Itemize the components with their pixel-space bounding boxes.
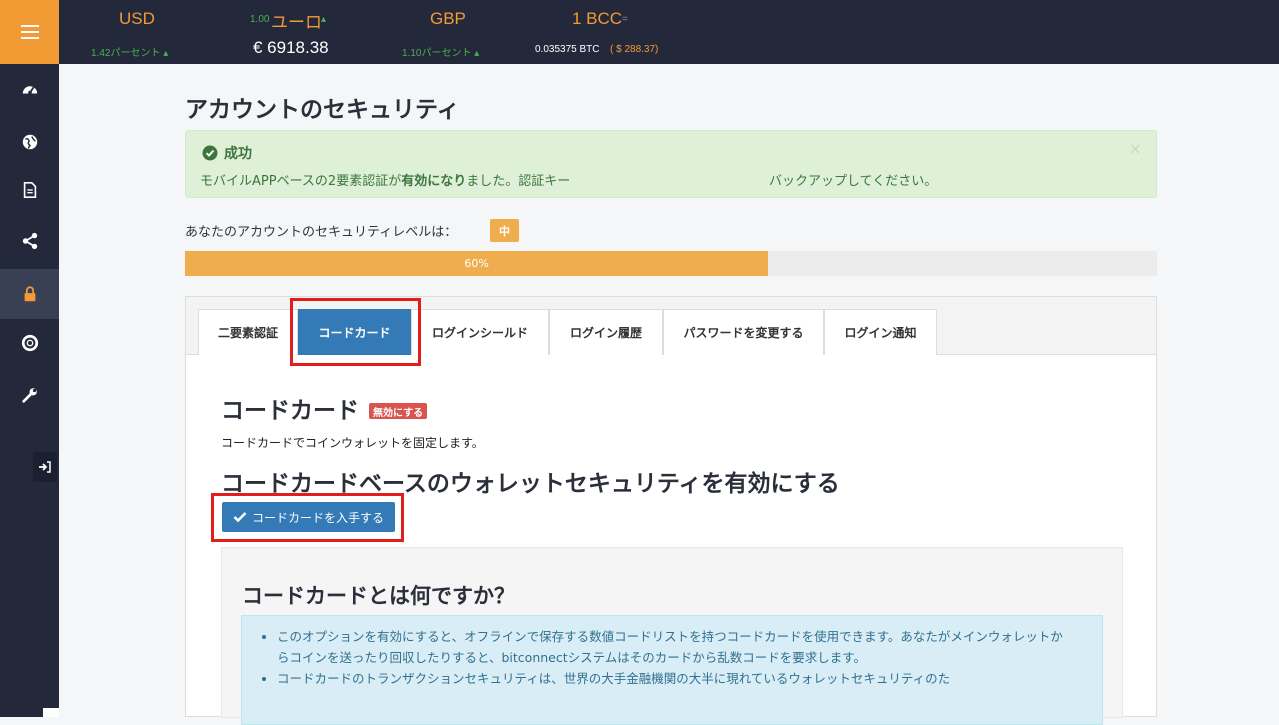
sidebar-item-dashboard[interactable] [0,64,59,114]
bcc-btc-value: 0.035375 BTC [535,44,600,55]
euro-up-arrow: ▴ [321,14,327,25]
security-progress-fill: 60% [185,251,769,276]
security-progress-bar: 60% [185,251,1157,276]
codecard-info-title: コードカードとは何ですか？ [242,584,515,608]
menu-toggle-button[interactable] [0,0,59,64]
wrench-icon [21,388,37,403]
dashboard-icon [22,86,37,95]
alert-message-prefix: モバイルAPPベースの2要素認証が [200,174,402,189]
euro-value: € 6918.38 [253,38,329,57]
codecard-info-section: コードカードとは何ですか？ このオプションを有効にすると、オフラインで保存する数… [221,547,1123,725]
codecard-info-list: このオプションを有効にすると、オフラインで保存する数値コードリストを持つコードカ… [277,626,1067,689]
alert-title: 成功 [202,143,252,163]
sidebar-footer [43,708,59,717]
sidebar-item-security[interactable] [0,269,59,319]
lock-icon [24,286,35,302]
codecard-info-box: このオプションを有効にすると、オフラインで保存する数値コードリストを持つコードカ… [241,615,1103,725]
sidebar-item-globe[interactable] [0,117,59,167]
tab-login-notifications[interactable]: ログイン通知 [824,309,937,355]
sidebar-item-settings[interactable] [0,370,59,420]
bcc-equals: = [622,14,628,25]
codecard-description: コードカードでコインウォレットを固定します。 [221,436,484,450]
page-title: アカウントのセキュリティ [185,97,460,123]
bcc-label: 1 BCC [572,9,623,28]
disable-codecard-badge[interactable]: 無効にする [369,403,428,419]
get-codecard-button[interactable]: コードカードを入手する [222,502,395,532]
share-icon [22,232,37,250]
sidebar-item-documents[interactable] [0,165,59,215]
sidebar-item-support[interactable] [0,318,59,368]
price-ticker: USD 1.42パーセント ▴ 1.00 ユーロ ▴ € 6918.38 GBP… [59,0,1279,64]
tab-highlight-box [290,298,421,366]
globe-icon [22,134,37,150]
checkmark-icon [233,512,247,523]
security-panel: 二要素認証 コードカード ログインシールド ログイン履歴 パスワードを変更する … [185,296,1157,725]
list-item: このオプションを有効にすると、オフラインで保存する数値コードリストを持つコードカ… [277,626,1067,668]
bcc-usd-value: ( $ 288.37) [610,44,659,55]
codecard-heading: コードカード [221,398,359,424]
tab-change-password[interactable]: パスワードを変更する [663,309,824,355]
security-level-badge: 中 [490,219,519,242]
tab-login-history[interactable]: ログイン履歴 [549,309,663,355]
tab-login-shield[interactable]: ログインシールド [411,309,549,355]
list-item: コードカードのトランザクションセキュリティは、世界の大手金融機関の大半に現れてい… [277,668,1067,689]
gbp-change: 1.10パーセント ▴ [402,48,480,59]
alert-title-text: 成功 [224,146,252,162]
usd-label: USD [119,9,155,28]
logout-button[interactable] [33,452,57,482]
security-level-label: あなたのアカウントのセキュリティレベルは： [185,225,458,240]
gbp-label: GBP [430,9,466,28]
tab-two-factor[interactable]: 二要素認証 [198,309,298,355]
alert-message-tail: バックアップしてください。 [769,174,938,189]
logout-icon [39,461,51,473]
sidebar [0,0,59,717]
euro-label: ユーロ [271,13,322,32]
document-icon [23,181,36,199]
get-codecard-label: コードカードを入手する [251,510,384,525]
alert-message: モバイルAPPベースの2要素認証が有効になりました。認証キー [200,170,570,189]
euro-prefix: 1.00 [250,14,270,25]
check-circle-icon [202,145,218,161]
alert-message-suffix: ました。認証キー [466,174,571,189]
hamburger-icon [20,25,39,39]
sidebar-item-share[interactable] [0,216,59,266]
usd-change: 1.42パーセント ▴ [91,48,169,59]
alert-message-bold: 有効になり [401,174,467,189]
alert-close-button[interactable]: × [1129,139,1142,158]
success-alert: 成功 モバイルAPPベースの2要素認証が有効になりました。認証キー バックアップ… [185,130,1157,198]
lifebuoy-icon [21,334,38,352]
